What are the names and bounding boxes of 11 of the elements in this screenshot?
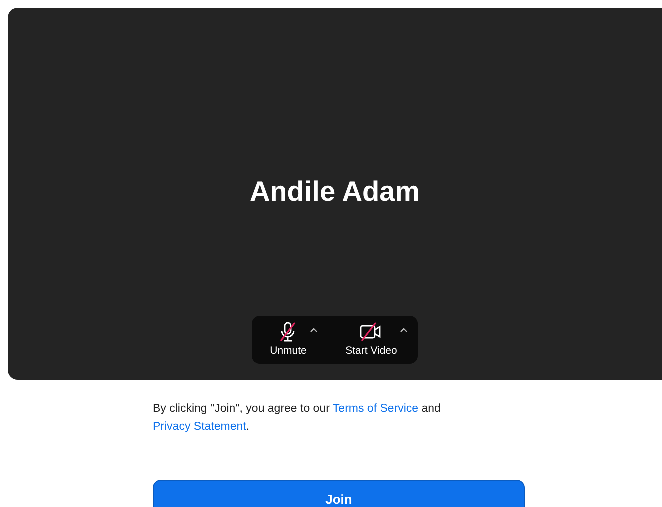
participant-name: Andile Adam	[250, 176, 420, 208]
video-off-icon	[359, 321, 384, 343]
muted-microphone-icon	[278, 321, 298, 343]
unmute-button[interactable]: Unmute	[268, 316, 309, 357]
start-video-button[interactable]: Start Video	[344, 316, 400, 357]
privacy-statement-link[interactable]: Privacy Statement	[153, 421, 246, 433]
join-button[interactable]: Join	[153, 480, 525, 507]
caret-icon[interactable]	[308, 326, 319, 334]
caret-icon[interactable]	[399, 326, 410, 334]
terms-of-service-link[interactable]: Terms of Service	[332, 403, 419, 415]
terms-agreement-text: By clicking "Join", you agree to our Terms of Service and Privacy Statement.	[153, 402, 442, 435]
